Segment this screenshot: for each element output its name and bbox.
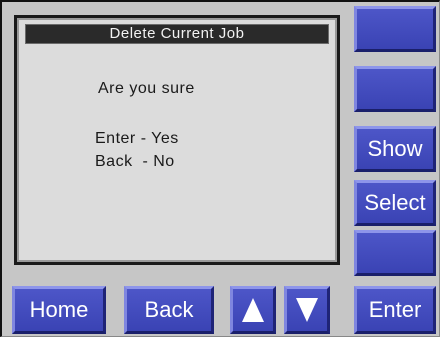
lcd-screen: Delete Current Job Are you sure Enter - … [14,15,340,265]
option-yes: Enter - Yes [95,130,179,147]
home-button[interactable]: Home [12,286,106,334]
up-arrow-button[interactable] [230,286,276,334]
control-panel: Delete Current Job Are you sure Enter - … [0,0,440,337]
show-button-label: Show [367,136,423,161]
option-no: Back - No [95,153,175,170]
arrow-up-icon [242,298,264,322]
enter-button-label: Enter [368,297,422,322]
down-arrow-button[interactable] [284,286,330,334]
screen-title: Delete Current Job [25,24,329,44]
confirm-question: Are you sure [98,80,195,97]
select-button-label: Select [364,190,426,215]
back-button-label: Back [144,297,194,322]
show-button[interactable]: Show [354,126,436,172]
back-button[interactable]: Back [124,286,214,334]
enter-button[interactable]: Enter [354,286,436,334]
select-button[interactable]: Select [354,180,436,226]
side-button-5[interactable] [354,230,436,276]
side-button-2[interactable] [354,66,436,112]
arrow-down-icon [296,298,318,322]
home-button-label: Home [29,297,89,322]
side-button-1[interactable] [354,6,436,52]
